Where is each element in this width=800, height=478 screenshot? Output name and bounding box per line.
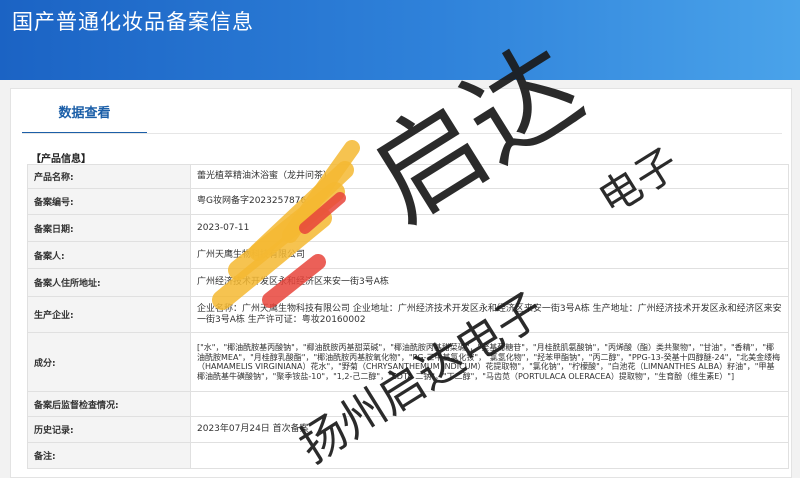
row-value: 2023年07月24日 首次备案	[190, 416, 789, 443]
row-label: 备案人住所地址:	[27, 268, 191, 297]
product-info-table: 产品名称: 蕾光植萃精油沐浴蜜（龙井问茶） 备案编号: 粤G妆网备字202325…	[27, 164, 789, 469]
table-row: 成分: ["水"，"椰油酰胺基丙酸钠"，"椰油酰胺丙基甜菜碱"，"椰油酰胺丙基甜…	[27, 332, 789, 392]
row-value: ["水"，"椰油酰胺基丙酸钠"，"椰油酰胺丙基甜菜碱"，"椰油酰胺丙基甜菜碱"，…	[190, 332, 789, 392]
page-title: 国产普通化妆品备案信息	[12, 10, 254, 34]
row-label: 备案日期:	[27, 214, 191, 242]
table-row: 备案后监督检查情况:	[27, 391, 789, 417]
row-label: 备案编号:	[27, 188, 191, 215]
table-row: 历史记录: 2023年07月24日 首次备案	[27, 416, 789, 443]
table-row: 备案日期: 2023-07-11	[27, 214, 789, 242]
row-label: 成分:	[27, 332, 191, 392]
table-row: 产品名称: 蕾光植萃精油沐浴蜜（龙井问茶）	[27, 164, 789, 189]
row-label: 备案人:	[27, 241, 191, 269]
row-value: 2023-07-11	[190, 214, 789, 242]
row-value	[190, 442, 789, 469]
row-value: 粤G妆网备字2023257876	[190, 188, 789, 215]
row-label: 生产企业:	[27, 296, 191, 333]
section-title: 【产品信息】	[31, 154, 91, 165]
table-row: 生产企业: 企业名称：广州天鹰生物科技有限公司 企业地址：广州经济技术开发区永和…	[27, 296, 789, 333]
row-value: 广州经济技术开发区永和经济区来安一街3号A栋	[190, 268, 789, 297]
row-value: 蕾光植萃精油沐浴蜜（龙井问茶）	[190, 164, 789, 189]
tab-divider	[22, 133, 782, 134]
table-row: 备案人住所地址: 广州经济技术开发区永和经济区来安一街3号A栋	[27, 268, 789, 297]
row-label: 备案后监督检查情况:	[27, 391, 191, 417]
row-value: 企业名称：广州天鹰生物科技有限公司 企业地址：广州经济技术开发区永和经济区来安一…	[190, 296, 789, 333]
table-row: 备注:	[27, 442, 789, 469]
table-row: 备案人: 广州天鹰生物科技有限公司	[27, 241, 789, 269]
table-row: 备案编号: 粤G妆网备字2023257876	[27, 188, 789, 215]
row-label: 备注:	[27, 442, 191, 469]
tab-data-view[interactable]: 数据查看	[22, 96, 147, 134]
header-banner: 国产普通化妆品备案信息	[0, 0, 800, 80]
row-value	[190, 391, 789, 417]
row-value: 广州天鹰生物科技有限公司	[190, 241, 789, 269]
row-label: 产品名称:	[27, 164, 191, 189]
row-label: 历史记录:	[27, 416, 191, 443]
